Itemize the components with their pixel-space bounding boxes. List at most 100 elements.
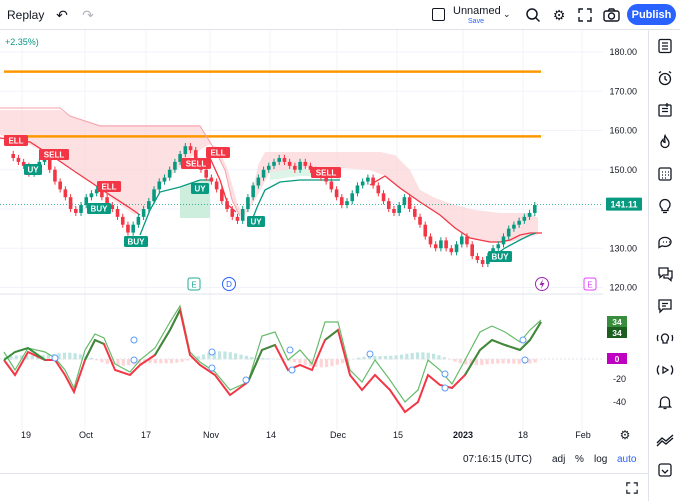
buy-signal: BUY <box>128 238 146 247</box>
layout-icon[interactable] <box>432 8 445 21</box>
candle-body <box>376 185 381 194</box>
time-tick: 14 <box>266 430 276 440</box>
candle-body <box>277 157 282 162</box>
indicator-tick: -40 <box>613 397 626 407</box>
candle-body <box>214 181 219 190</box>
candle-body <box>501 236 506 245</box>
right-sidebar <box>648 30 680 501</box>
redo-icon[interactable]: ↷ <box>78 5 98 25</box>
podcast-play-icon[interactable] <box>655 360 675 380</box>
candle-body <box>152 189 156 202</box>
histogram-bar <box>330 359 334 367</box>
candle-body <box>402 197 407 206</box>
gear-icon[interactable]: ⚙ <box>549 5 569 25</box>
candle-body <box>532 205 537 213</box>
fullscreen-icon[interactable] <box>622 478 642 498</box>
histogram-bar <box>421 352 425 360</box>
ideas-lightbulb-icon[interactable] <box>655 196 675 216</box>
clock[interactable]: 07:16:15 (UTC) <box>463 454 532 465</box>
cross-marker <box>286 346 294 354</box>
price-tick: 170.00 <box>609 86 637 96</box>
candle-body <box>428 236 433 245</box>
watchlist-icon[interactable] <box>655 36 675 56</box>
macd-line-up <box>84 338 105 361</box>
broadcast-bulb-icon[interactable] <box>655 328 675 348</box>
candle-body <box>11 154 16 158</box>
sell-signal: SELL <box>44 151 65 160</box>
candle-body <box>340 197 344 206</box>
candle-body <box>324 177 328 182</box>
candle-body <box>120 216 125 225</box>
chevron-down-icon[interactable]: ⌄ <box>503 9 511 20</box>
search-icon[interactable] <box>523 5 543 25</box>
time-tick: 17 <box>141 430 151 440</box>
histogram-bar <box>62 352 67 360</box>
indicator-tick: -20 <box>613 374 626 384</box>
top-toolbar: Replay ↶ ↷ Unnamed Save ⌄ ⚙ Publish <box>0 0 680 30</box>
candle-body <box>282 157 287 162</box>
data-window-icon[interactable] <box>655 100 675 120</box>
histogram-bar <box>169 359 174 364</box>
macd-line-up <box>324 329 339 341</box>
publish-button[interactable]: Publish <box>627 4 676 25</box>
candle-body <box>261 169 266 178</box>
log-toggle[interactable]: log <box>594 454 607 465</box>
chart-name-menu[interactable]: Unnamed Save <box>453 5 501 26</box>
streams-chat-icon[interactable] <box>655 264 675 284</box>
histogram-bar <box>218 351 222 360</box>
candle-body <box>329 181 334 190</box>
cross-marker <box>130 356 138 364</box>
price-tick: 120.00 <box>609 283 637 293</box>
percent-toggle[interactable]: % <box>575 454 584 465</box>
candle-body <box>449 248 454 253</box>
time-tick: Oct <box>79 430 94 440</box>
layers-icon[interactable] <box>655 460 675 480</box>
gear-icon[interactable]: ⚙ <box>620 428 631 442</box>
chart-area[interactable]: ELLSELLUYELLBUYBUYSELLUYELLUYSELLBUY EDE… <box>0 30 648 447</box>
candle-body <box>298 161 302 170</box>
fullscreen-icon[interactable] <box>575 5 595 25</box>
time-tick: 19 <box>21 430 31 440</box>
chats-icon[interactable] <box>655 232 675 252</box>
save-label[interactable]: Save <box>453 17 499 26</box>
candle-body <box>293 165 297 170</box>
replay-button[interactable]: Replay <box>7 8 44 22</box>
candle-body <box>413 209 417 217</box>
candle-body <box>173 161 177 170</box>
price-tick: 130.00 <box>609 243 637 253</box>
histogram-bar <box>512 359 516 364</box>
candle-body <box>79 205 83 213</box>
camera-icon[interactable] <box>601 5 621 25</box>
notifications-bell-icon[interactable] <box>655 392 675 412</box>
candle-body <box>246 197 250 209</box>
candle-body <box>68 197 73 209</box>
hotlist-fire-icon[interactable] <box>655 132 675 152</box>
candle-body <box>131 224 135 233</box>
dividend-label: D <box>226 280 232 289</box>
candle-body <box>360 181 365 186</box>
candle-body <box>126 224 130 233</box>
candle-body <box>16 157 21 162</box>
cross-marker <box>208 364 216 372</box>
cross-marker <box>51 354 59 362</box>
buy-signal: BUY <box>492 253 510 262</box>
calendar-icon[interactable] <box>655 164 675 184</box>
cross-marker <box>441 384 449 392</box>
alarm-clock-icon[interactable] <box>655 68 675 88</box>
chart-name: Unnamed <box>453 5 501 17</box>
histogram-bar <box>228 352 232 360</box>
cross-marker <box>441 370 449 378</box>
messages-icon[interactable] <box>655 296 675 316</box>
price-tick: 160.00 <box>609 126 637 136</box>
adj-toggle[interactable]: adj <box>552 454 565 465</box>
candle-body <box>266 165 271 170</box>
auto-toggle[interactable]: auto <box>617 454 636 465</box>
undo-icon[interactable]: ↶ <box>52 5 72 25</box>
legend-change: +2.35%) <box>5 37 39 47</box>
time-tick: Feb <box>575 430 591 440</box>
cross-marker <box>521 356 529 364</box>
ideas-stream-icon[interactable] <box>655 430 675 450</box>
candle-body <box>418 216 422 225</box>
candle-body <box>506 228 511 237</box>
candle-body <box>381 193 386 202</box>
